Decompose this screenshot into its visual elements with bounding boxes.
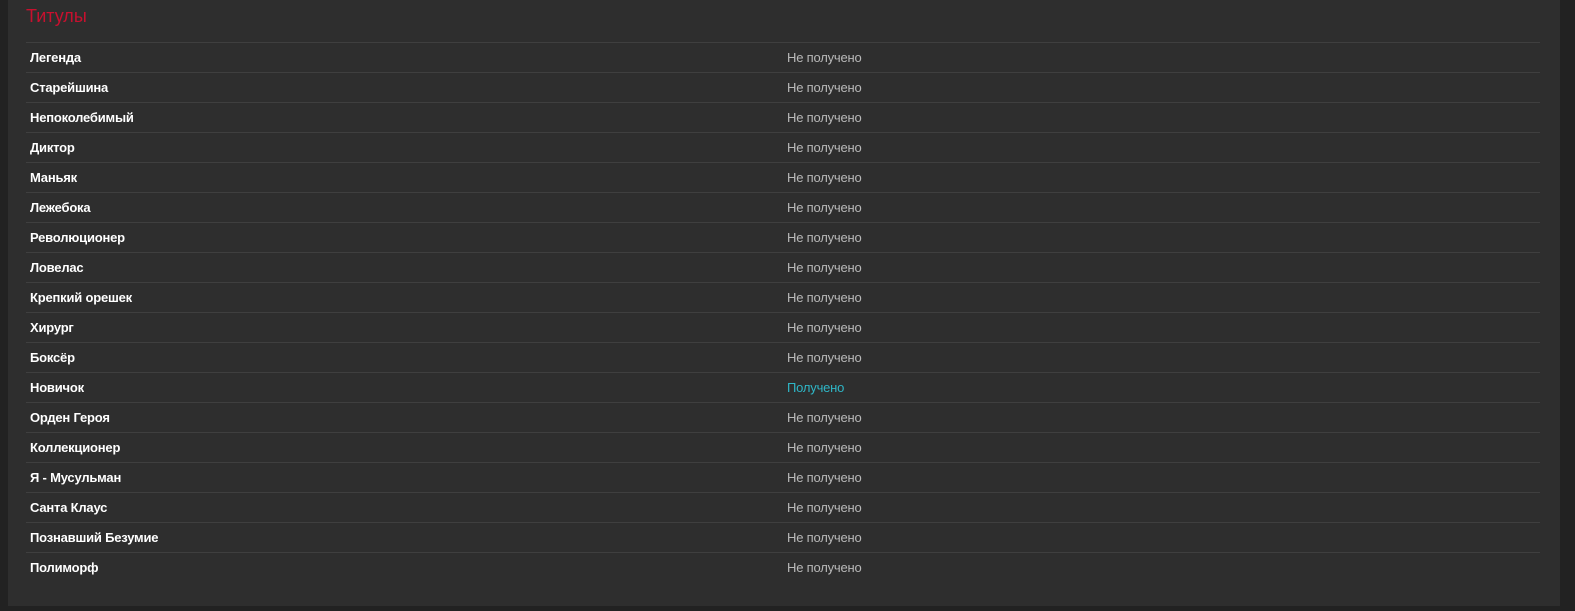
title-name: Санта Клаус <box>30 500 108 515</box>
title-status: Получено <box>787 380 845 395</box>
section-title: Титулы <box>26 6 87 26</box>
table-row: Орден Героя Не получено <box>26 403 1540 433</box>
table-row: Старейшина Не получено <box>26 73 1540 103</box>
title-name: Коллекционер <box>30 440 121 455</box>
title-status: Не получено <box>787 440 862 455</box>
table-row: Крепкий орешек Не получено <box>26 283 1540 313</box>
title-name: Познавший Безумие <box>30 530 159 545</box>
title-name: Ловелас <box>30 260 84 275</box>
table-row: Новичок Получено <box>26 373 1540 403</box>
table-row: Диктор Не получено <box>26 133 1540 163</box>
table-row: Легенда Не получено <box>26 43 1540 73</box>
title-status: Не получено <box>787 290 862 305</box>
title-name: Я - Мусульман <box>30 470 122 485</box>
title-status: Не получено <box>787 560 862 575</box>
table-row: Лежебока Не получено <box>26 193 1540 223</box>
title-name: Крепкий орешек <box>30 290 132 305</box>
title-status: Не получено <box>787 500 862 515</box>
title-status: Не получено <box>787 170 862 185</box>
table-row: Маньяк Не получено <box>26 163 1540 193</box>
titles-panel: Титулы Легенда Не получено Старейшина Не п… <box>8 0 1560 606</box>
title-status: Не получено <box>787 470 862 485</box>
title-status: Не получено <box>787 200 862 215</box>
table-row: Ловелас Не получено <box>26 253 1540 283</box>
table-row: Я - Мусульман Не получено <box>26 463 1540 493</box>
title-status: Не получено <box>787 530 862 545</box>
title-status: Не получено <box>787 350 862 365</box>
table-row: Полиморф Не получено <box>26 553 1540 582</box>
title-status: Не получено <box>787 140 862 155</box>
title-status: Не получено <box>787 410 862 425</box>
title-name: Хирург <box>30 320 74 335</box>
title-status: Не получено <box>787 50 862 65</box>
title-name: Новичок <box>30 380 84 395</box>
table-row: Санта Клаус Не получено <box>26 493 1540 523</box>
title-status: Не получено <box>787 80 862 95</box>
table-row: Боксёр Не получено <box>26 343 1540 373</box>
title-status: Не получено <box>787 260 862 275</box>
titles-table: Легенда Не получено Старейшина Не получено… <box>26 42 1540 582</box>
table-row: Хирург Не получено <box>26 313 1540 343</box>
title-name: Легенда <box>30 50 81 65</box>
title-status: Не получено <box>787 110 862 125</box>
title-status: Не получено <box>787 320 862 335</box>
title-name: Диктор <box>30 140 75 155</box>
table-row: Революционер Не получено <box>26 223 1540 253</box>
title-name: Революционер <box>30 230 125 245</box>
table-row: Непоколебимый Не получено <box>26 103 1540 133</box>
title-name: Непоколебимый <box>30 110 134 125</box>
title-name: Лежебока <box>30 200 91 215</box>
title-status: Не получено <box>787 230 862 245</box>
title-name: Старейшина <box>30 80 109 95</box>
title-name: Боксёр <box>30 350 75 365</box>
title-name: Полиморф <box>30 560 99 575</box>
title-name: Маньяк <box>30 170 77 185</box>
table-row: Познавший Безумие Не получено <box>26 523 1540 553</box>
title-name: Орден Героя <box>30 410 110 425</box>
table-row: Коллекционер Не получено <box>26 433 1540 463</box>
